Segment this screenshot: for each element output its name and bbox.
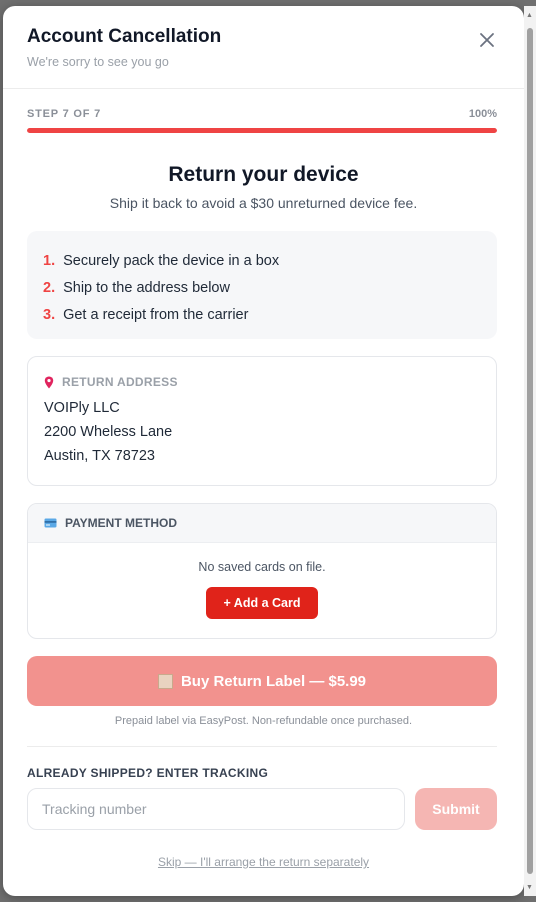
tracking-heading: ALREADY SHIPPED? ENTER TRACKING — [27, 766, 269, 780]
section-heading: Return your device — [168, 163, 359, 186]
scrollbar-thumb[interactable] — [527, 28, 533, 874]
modal-title: Account Cancellation — [27, 26, 222, 47]
list-item: 1. Securely pack the device in a box — [43, 253, 279, 269]
credit-card-icon — [44, 518, 57, 528]
progress-bar — [27, 128, 497, 133]
list-item: 2. Ship to the address below — [43, 280, 230, 296]
buy-note: Prepaid label via EasyPost. Non-refundab… — [114, 715, 413, 727]
section-lead: Ship it back to avoid a $30 unreturned d… — [109, 195, 418, 211]
step-number: 3. — [43, 307, 56, 323]
return-address-card: RETURN ADDRESS VOIPly LLC 2200 Wheless L… — [27, 356, 497, 486]
divider — [27, 746, 497, 747]
add-card-button[interactable]: + Add a Card — [206, 587, 318, 619]
tracking-number-input[interactable] — [27, 788, 405, 830]
cancellation-modal: Account Cancellation We're sorry to see … — [3, 6, 524, 896]
package-icon — [157, 673, 173, 689]
step-text: Get a receipt from the carrier — [63, 307, 249, 323]
payment-method-card: PAYMENT METHOD No saved cards on file. +… — [27, 503, 497, 639]
scroll-down-icon[interactable]: ▼ — [526, 884, 533, 892]
address-line: VOIPly LLC — [44, 400, 120, 416]
address-line: Austin, TX 78723 — [44, 448, 155, 464]
payment-method-header: PAYMENT METHOD — [28, 504, 496, 543]
return-address-label: RETURN ADDRESS — [44, 375, 178, 389]
address-line: 2200 Wheless Lane — [44, 424, 173, 440]
progress-percent: 100% — [468, 108, 497, 120]
submit-button[interactable]: Submit — [415, 788, 497, 830]
buy-label: Buy Return Label — $5.99 — [180, 672, 367, 690]
instructions-list: 1. Securely pack the device in a box 2. Sh… — [27, 231, 497, 339]
modal-header: Account Cancellation We're sorry to see … — [3, 6, 524, 89]
buy-return-label-button[interactable]: Buy Return Label — $5.99 — [27, 656, 497, 706]
map-pin-icon — [44, 376, 54, 389]
scrollbar[interactable]: ▲ ▼ — [524, 6, 536, 896]
label-text: RETURN ADDRESS — [62, 375, 178, 389]
step-text: Securely pack the device in a box — [63, 253, 280, 269]
modal-subtitle: We're sorry to see you go — [27, 55, 169, 69]
step-number: 1. — [43, 253, 56, 269]
progress-fill — [27, 128, 497, 133]
payment-method-label: PAYMENT METHOD — [44, 516, 177, 530]
step-text: Ship to the address below — [63, 280, 230, 296]
list-item: 3. Get a receipt from the carrier — [43, 307, 248, 323]
no-cards-message: No saved cards on file. — [198, 560, 326, 574]
skip-link[interactable]: Skip — I'll arrange the return separatel… — [3, 855, 524, 869]
label-text: PAYMENT METHOD — [65, 516, 178, 530]
step-number: 2. — [43, 280, 56, 296]
step-indicator: STEP 7 OF 7 — [27, 108, 102, 120]
close-icon[interactable] — [475, 28, 499, 52]
scroll-up-icon[interactable]: ▲ — [526, 12, 533, 20]
